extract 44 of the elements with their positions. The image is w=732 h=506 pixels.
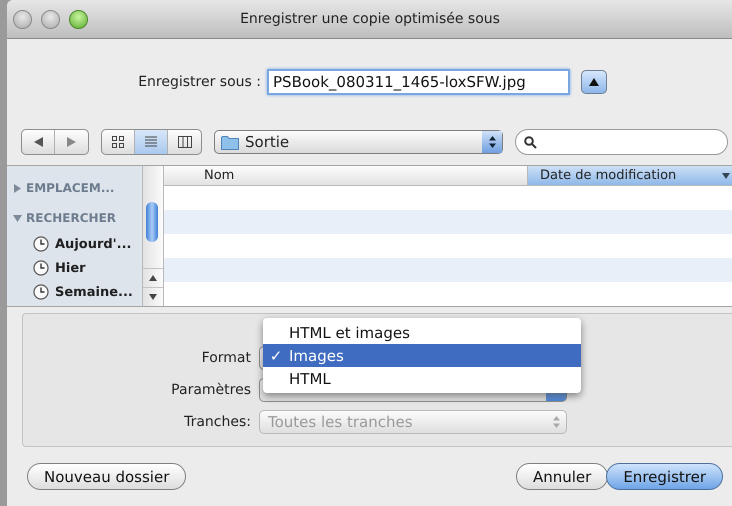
menu-item[interactable]: HTML: [263, 367, 581, 390]
default-button[interactable]: Enregistrer: [606, 463, 723, 490]
scroll-up-icon[interactable]: [149, 275, 157, 281]
zoom-button[interactable]: [69, 10, 88, 28]
list-view-icon: [144, 136, 158, 146]
disclosure-triangle-icon[interactable]: [13, 184, 22, 192]
search-icon: [524, 136, 537, 148]
back-arrow-icon: [34, 137, 42, 147]
column-view-icon: [178, 136, 192, 148]
save-as-label: Enregistrer sous :: [137, 74, 262, 90]
slices-label: Tranches:: [183, 414, 252, 430]
folder-icon: [221, 134, 239, 150]
scrollbar[interactable]: [142, 166, 164, 306]
close-button[interactable]: [13, 10, 32, 28]
forward-arrow-icon: [67, 137, 76, 147]
search-field[interactable]: [515, 129, 728, 155]
column-header[interactable]: Nom: [164, 166, 527, 185]
clock-icon: [33, 236, 49, 252]
format-label: Format: [200, 350, 252, 366]
up-down-arrows-icon: [488, 136, 496, 148]
view-mode-button[interactable]: [135, 130, 168, 154]
disclosure-triangle-icon[interactable]: [13, 214, 22, 222]
window-title: Enregistrer une copie optimisée sous: [240, 11, 500, 27]
triangle-icon: [589, 78, 599, 86]
sidebar-item[interactable]: Hier: [55, 260, 86, 276]
clock-icon: [33, 260, 49, 276]
clock-icon: [33, 284, 49, 300]
menu-item[interactable]: HTML et images: [263, 321, 581, 344]
scroll-thumb[interactable]: [146, 202, 158, 242]
scroll-down-icon[interactable]: [149, 294, 157, 300]
sidebar-item[interactable]: Semaine...: [55, 284, 133, 300]
up-down-arrows-icon: [552, 416, 560, 428]
location-popup[interactable]: Sortie: [214, 130, 503, 154]
disclosure-button[interactable]: [581, 70, 607, 94]
file-name-field[interactable]: PSBook_080311_1465-loxSFW.jpg: [267, 69, 570, 95]
menu-item[interactable]: ✓ Images: [263, 344, 581, 367]
sort-arrow-icon: [722, 172, 730, 178]
minimize-button[interactable]: [41, 10, 60, 28]
column-header[interactable]: Date de modification: [527, 166, 732, 185]
push-button[interactable]: Nouveau dossier: [27, 463, 186, 490]
push-button[interactable]: Annuler: [516, 463, 608, 490]
icon-view-icon: [112, 136, 124, 148]
sidebar-item[interactable]: Aujourd'...: [55, 236, 132, 252]
parameters-label: Paramètres: [170, 382, 252, 398]
